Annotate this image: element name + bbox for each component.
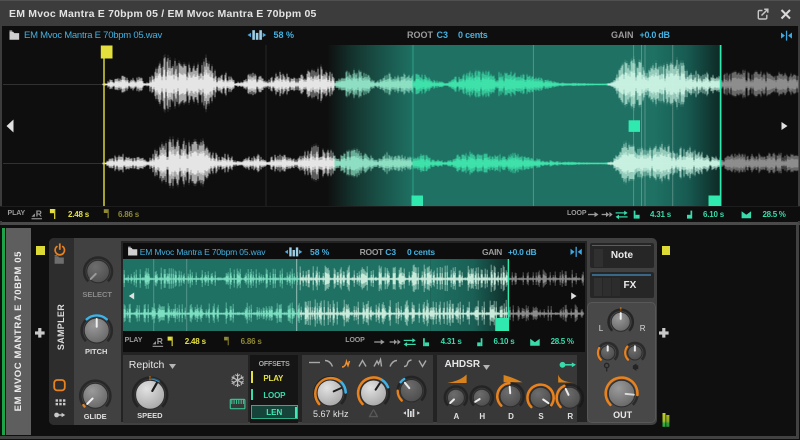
svg-text:R: R bbox=[157, 336, 163, 346]
svg-text:R: R bbox=[36, 209, 42, 219]
